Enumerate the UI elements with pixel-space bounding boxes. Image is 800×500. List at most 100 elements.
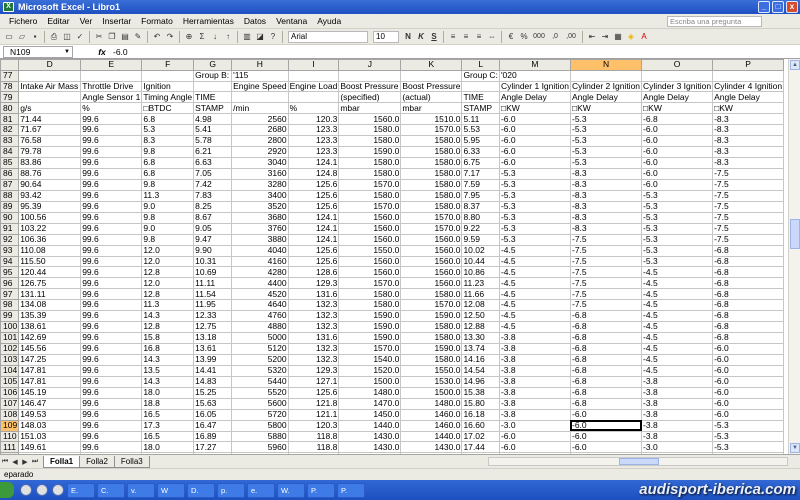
minimize-button[interactable]: _ xyxy=(758,1,770,13)
cell[interactable]: Angle Sensor 1 xyxy=(80,91,143,104)
cell[interactable]: STAMP xyxy=(461,102,500,115)
cell[interactable]: -6.0 xyxy=(569,408,643,421)
cell[interactable]: 1560.0 xyxy=(400,255,463,268)
cell[interactable]: -4.5 xyxy=(641,364,714,377)
cell[interactable]: 1590.0 xyxy=(338,321,402,334)
cell[interactable]: -7.5 xyxy=(569,255,643,268)
cell[interactable]: 124.1 xyxy=(287,233,340,246)
spelling-icon[interactable]: ✓ xyxy=(74,31,86,43)
column-header-m[interactable]: M xyxy=(498,59,571,71)
cell[interactable]: -6.0 xyxy=(498,124,571,137)
cell[interactable]: 18.0 xyxy=(141,441,195,454)
close-button[interactable]: x xyxy=(786,1,798,13)
cell[interactable]: -3.8 xyxy=(641,408,714,421)
cell[interactable]: 99.6 xyxy=(80,211,143,224)
row-header[interactable]: 106 xyxy=(0,386,20,399)
cell[interactable]: 1580.0 xyxy=(400,168,463,180)
cell[interactable]: -5.3 xyxy=(498,178,571,191)
align-right-icon[interactable]: ≡ xyxy=(473,31,485,43)
cell[interactable]: -3.8 xyxy=(498,332,571,345)
cell[interactable]: 8.37 xyxy=(461,200,500,213)
cell[interactable]: 125.6 xyxy=(287,244,340,257)
cell[interactable]: -5.3 xyxy=(641,222,714,235)
taskbar-item[interactable]: C. xyxy=(97,482,125,498)
cell[interactable]: 11.66 xyxy=(461,288,500,301)
quicklaunch-ie-icon[interactable] xyxy=(20,484,32,496)
cell[interactable]: 1580.0 xyxy=(400,178,463,191)
cell[interactable]: 5.78 xyxy=(193,135,233,148)
format-painter-icon[interactable]: ✎ xyxy=(132,31,144,43)
cell[interactable]: -7.5 xyxy=(569,277,643,290)
cell[interactable]: 14.83 xyxy=(193,375,233,388)
cell[interactable]: 148.03 xyxy=(18,419,82,432)
align-center-icon[interactable]: ≡ xyxy=(460,31,472,43)
cell[interactable]: -6.0 xyxy=(641,178,714,191)
vertical-scrollbar[interactable]: ▲ ▼ xyxy=(788,59,800,454)
cell[interactable]: 16.60 xyxy=(461,419,500,432)
redo-icon[interactable]: ↷ xyxy=(164,31,176,43)
cell[interactable]: -4.5 xyxy=(641,343,714,355)
cell[interactable]: -7.5 xyxy=(569,299,643,312)
cell[interactable] xyxy=(18,91,82,104)
cell[interactable]: -8.3 xyxy=(569,222,643,235)
cell[interactable]: 146.47 xyxy=(18,397,82,410)
cell[interactable]: 125.6 xyxy=(287,189,340,202)
cell[interactable]: 1570.0 xyxy=(400,222,463,235)
cell[interactable]: '115 xyxy=(231,69,289,82)
row-header[interactable]: 99 xyxy=(0,310,20,323)
cell[interactable]: Timing Angle xyxy=(141,91,195,104)
name-box[interactable]: N109 ▼ xyxy=(3,45,73,58)
cell[interactable]: -4.5 xyxy=(498,244,571,257)
cell[interactable]: -4.5 xyxy=(641,353,714,366)
cell[interactable]: -8.3 xyxy=(569,178,643,191)
cell[interactable]: 3760 xyxy=(231,222,289,235)
cell[interactable]: 145.56 xyxy=(18,343,82,355)
cell[interactable]: TIME xyxy=(193,91,233,104)
cell[interactable]: 12.8 xyxy=(141,288,195,301)
cell[interactable]: □KW xyxy=(641,102,714,115)
cell[interactable]: Boost Pressure xyxy=(400,80,463,93)
decrease-indent-icon[interactable]: ⇤ xyxy=(586,31,598,43)
cell[interactable]: 99.6 xyxy=(80,288,143,301)
cell[interactable]: 4640 xyxy=(231,299,289,312)
cell[interactable]: 1570.0 xyxy=(400,124,463,137)
cell[interactable]: 12.33 xyxy=(193,310,233,323)
percent-button[interactable]: % xyxy=(518,31,530,43)
cell[interactable]: 125.6 xyxy=(287,178,340,191)
cell[interactable]: -5.3 xyxy=(498,168,571,180)
cell[interactable]: 99.6 xyxy=(80,386,143,399)
cell[interactable]: 1470.0 xyxy=(338,397,402,410)
drawing-icon[interactable]: ◪ xyxy=(254,31,266,43)
cell[interactable]: 10.44 xyxy=(461,255,500,268)
cell[interactable]: -7.5 xyxy=(569,266,643,279)
cell[interactable]: 121.8 xyxy=(287,397,340,410)
cell[interactable]: -3.8 xyxy=(498,386,571,399)
cell[interactable]: 6.21 xyxy=(193,146,233,159)
cell[interactable]: 5800 xyxy=(231,419,289,432)
cell[interactable]: 5.41 xyxy=(193,124,233,137)
decrease-decimal-button[interactable]: ,00 xyxy=(563,31,579,43)
cell[interactable]: -8.3 xyxy=(712,146,785,159)
chart-wizard-icon[interactable]: ▥ xyxy=(241,31,253,43)
cell[interactable]: -5.3 xyxy=(712,441,785,454)
cell[interactable]: Cylinder 2 Ignition xyxy=(569,80,643,93)
cell[interactable]: □KW xyxy=(569,102,643,115)
menu-item-insertar[interactable]: Insertar xyxy=(97,16,136,26)
cell[interactable]: -6.0 xyxy=(641,124,714,137)
cell[interactable]: 99.6 xyxy=(80,266,143,279)
row-header[interactable]: 94 xyxy=(0,255,20,268)
cell[interactable]: □KW xyxy=(712,102,785,115)
cell[interactable]: 99.6 xyxy=(80,310,143,323)
cell[interactable]: -8.3 xyxy=(569,189,643,202)
cell[interactable]: 1440.0 xyxy=(400,430,463,443)
help-search-input[interactable]: Escriba una pregunta xyxy=(667,16,762,27)
cell[interactable]: 4040 xyxy=(231,244,289,257)
cell[interactable]: -4.5 xyxy=(498,277,571,290)
row-header[interactable]: 88 xyxy=(0,189,20,202)
cell[interactable]: Throttle Drive xyxy=(80,80,143,93)
row-header[interactable]: 103 xyxy=(0,353,20,366)
taskbar-item[interactable]: v. xyxy=(127,482,155,498)
cell[interactable]: 8.80 xyxy=(461,211,500,224)
cell[interactable]: 17.02 xyxy=(461,430,500,443)
cell[interactable]: 129.3 xyxy=(287,364,340,377)
